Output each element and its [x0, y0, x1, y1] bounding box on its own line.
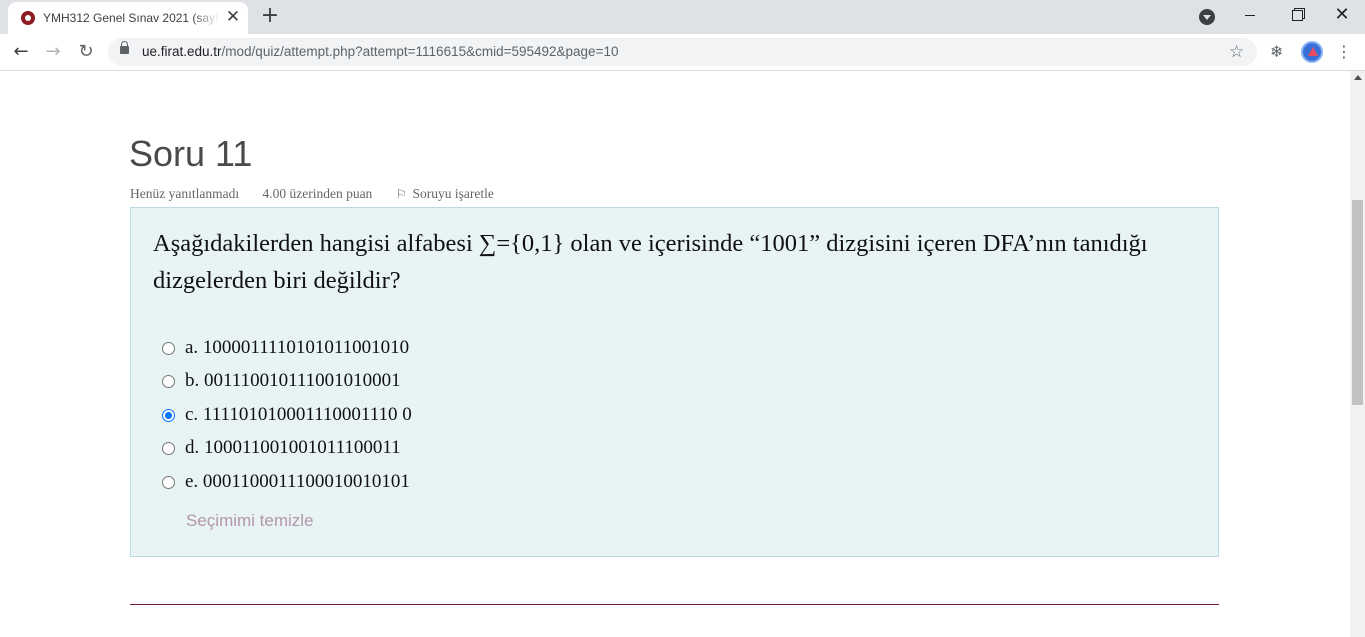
section-divider [130, 604, 1219, 605]
tab-search-icon[interactable] [1199, 9, 1215, 25]
clear-choice-link[interactable]: Seçimimi temizle [186, 511, 314, 531]
flag-icon: ⚐ [395, 187, 407, 201]
star-icon[interactable]: ☆ [1229, 41, 1244, 63]
tab-strip: YMH312 Genel Sınav 2021 (sayfa 11 / 20) … [0, 0, 1365, 34]
profile-avatar[interactable] [1301, 41, 1323, 63]
reload-icon[interactable]: ↻ [72, 38, 100, 66]
close-icon[interactable]: ✕ [224, 8, 242, 26]
favicon-icon [21, 11, 35, 25]
question-content: Aşağıdakilerden hangisi alfabesi ∑={0,1}… [130, 207, 1219, 557]
address-bar[interactable]: ue.firat.edu.tr/mod/quiz/attempt.php?att… [108, 38, 1257, 66]
back-icon[interactable]: ← [7, 38, 35, 66]
answer-label[interactable]: d. 100011001001011100011 [185, 437, 401, 459]
menu-icon[interactable]: ⋮ [1336, 41, 1352, 63]
url-text[interactable]: ue.firat.edu.tr/mod/quiz/attempt.php?att… [142, 44, 618, 59]
radio-button[interactable] [162, 342, 175, 355]
question-status: Henüz yanıtlanmadı [130, 186, 240, 201]
answer-label[interactable]: a. 1000011110101011001010 [185, 337, 409, 359]
lock-icon[interactable] [120, 41, 129, 54]
radio-button[interactable] [162, 476, 175, 489]
tab-title: YMH312 Genel Sınav 2021 (sayfa 11 / 20) [43, 11, 219, 25]
flag-label: Soruyu işaretle [412, 186, 494, 201]
radio-button[interactable] [162, 375, 175, 388]
new-tab-button[interactable]: + [258, 4, 282, 28]
question-grade: 4.00 üzerinden puan [262, 186, 373, 201]
radio-button[interactable] [162, 442, 175, 455]
answer-label[interactable]: b. 001110010111001010001 [185, 370, 401, 392]
url-path: /mod/quiz/attempt.php?attempt=1116615&cm… [221, 44, 619, 59]
radio-button-selected[interactable] [162, 409, 175, 422]
scroll-thumb[interactable] [1352, 200, 1363, 405]
browser-toolbar: ← → ↻ ue.firat.edu.tr/mod/quiz/attempt.p… [0, 34, 1365, 71]
answer-label[interactable]: c. 111101010001110001110 0 [185, 404, 412, 426]
question-info: Henüz yanıtlanmadı 4.00 üzerinden puan ⚐… [130, 186, 494, 202]
window-close-button[interactable]: ✕ [1319, 0, 1365, 32]
url-host: ue.firat.edu.tr [142, 44, 222, 59]
flag-question-link[interactable]: ⚐ Soruyu işaretle [396, 186, 494, 202]
page-scrollbar[interactable] [1350, 71, 1365, 637]
question-title: Soru 11 [129, 133, 253, 174]
answer-label[interactable]: e. 0001100011100010010101 [185, 471, 410, 493]
forward-icon[interactable]: → [39, 38, 67, 66]
minimize-button[interactable] [1227, 0, 1273, 32]
question-text: Aşağıdakilerden hangisi alfabesi ∑={0,1}… [153, 230, 1148, 294]
scroll-up-icon[interactable] [1354, 75, 1362, 80]
extensions-icon[interactable]: ❄ [1270, 42, 1283, 62]
maximize-button[interactable] [1273, 0, 1319, 32]
browser-tab[interactable]: YMH312 Genel Sınav 2021 (sayfa 11 / 20) … [8, 2, 248, 34]
